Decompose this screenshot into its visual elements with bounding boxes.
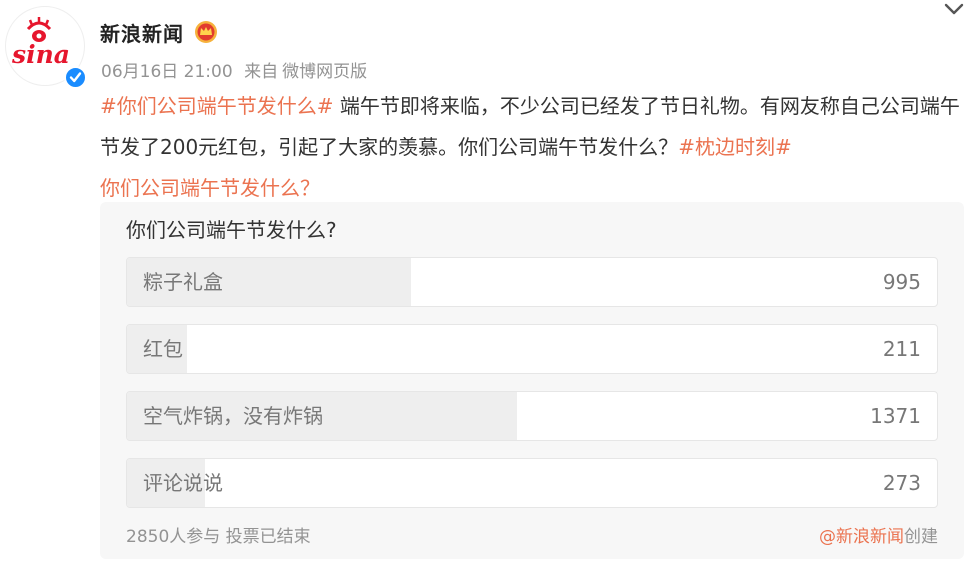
poll-creator-link[interactable]: @新浪新闻 <box>819 527 904 547</box>
poll-option-label: 红包 <box>143 337 183 361</box>
post-time[interactable]: 06月16日 21:00 <box>101 62 233 82</box>
post-meta: 06月16日 21:00 来自 微博网页版 <box>101 57 373 82</box>
poll-option[interactable]: 空气炸锅，没有炸锅 1371 <box>126 391 938 441</box>
crown-icon[interactable] <box>194 20 218 44</box>
poll-creator: @新浪新闻创建 <box>819 522 938 547</box>
author-name[interactable]: 新浪新闻 <box>100 18 184 47</box>
poll-option-count: 995 <box>882 270 921 294</box>
hashtag-link[interactable]: #你们公司端午节发什么# <box>100 94 334 118</box>
poll-option-count: 1371 <box>870 404 921 428</box>
poll-participants: 2850人参与 <box>126 527 221 547</box>
poll-option-count: 273 <box>882 471 921 495</box>
poll-option[interactable]: 粽子礼盒 995 <box>126 257 938 307</box>
verified-badge-icon <box>64 66 87 89</box>
hashtag-link-continued[interactable]: 你们公司端午节发什么？ <box>100 176 320 200</box>
poll-option[interactable]: 红包 211 <box>126 324 938 374</box>
post-source[interactable]: 微博网页版 <box>282 62 367 82</box>
poll-option-label: 粽子礼盒 <box>143 270 223 294</box>
poll-stats: 2850人参与 投票已结束 <box>126 522 311 547</box>
poll-title: 你们公司端午节发什么? <box>126 218 337 242</box>
svg-text:sina: sina <box>11 40 70 69</box>
poll-option-label: 空气炸锅，没有炸锅 <box>143 404 323 428</box>
poll-option[interactable]: 评论说说 273 <box>126 458 938 508</box>
source-prefix: 来自 <box>244 62 279 82</box>
hashtag-link[interactable]: #枕边时刻# <box>678 135 792 159</box>
poll-status: 投票已结束 <box>225 527 311 547</box>
chevron-down-icon[interactable] <box>942 0 966 20</box>
poll-creator-suffix: 创建 <box>904 527 938 547</box>
poll-option-label: 评论说说 <box>143 471 223 495</box>
poll-option-count: 211 <box>882 337 921 361</box>
poll-card: 你们公司端午节发什么? 粽子礼盒 995 红包 211 空气炸锅，没有炸锅 13… <box>100 202 964 559</box>
post-content: #你们公司端午节发什么# 端午节即将来临，不少公司已经发了节日礼物。有网友称自己… <box>100 86 970 209</box>
